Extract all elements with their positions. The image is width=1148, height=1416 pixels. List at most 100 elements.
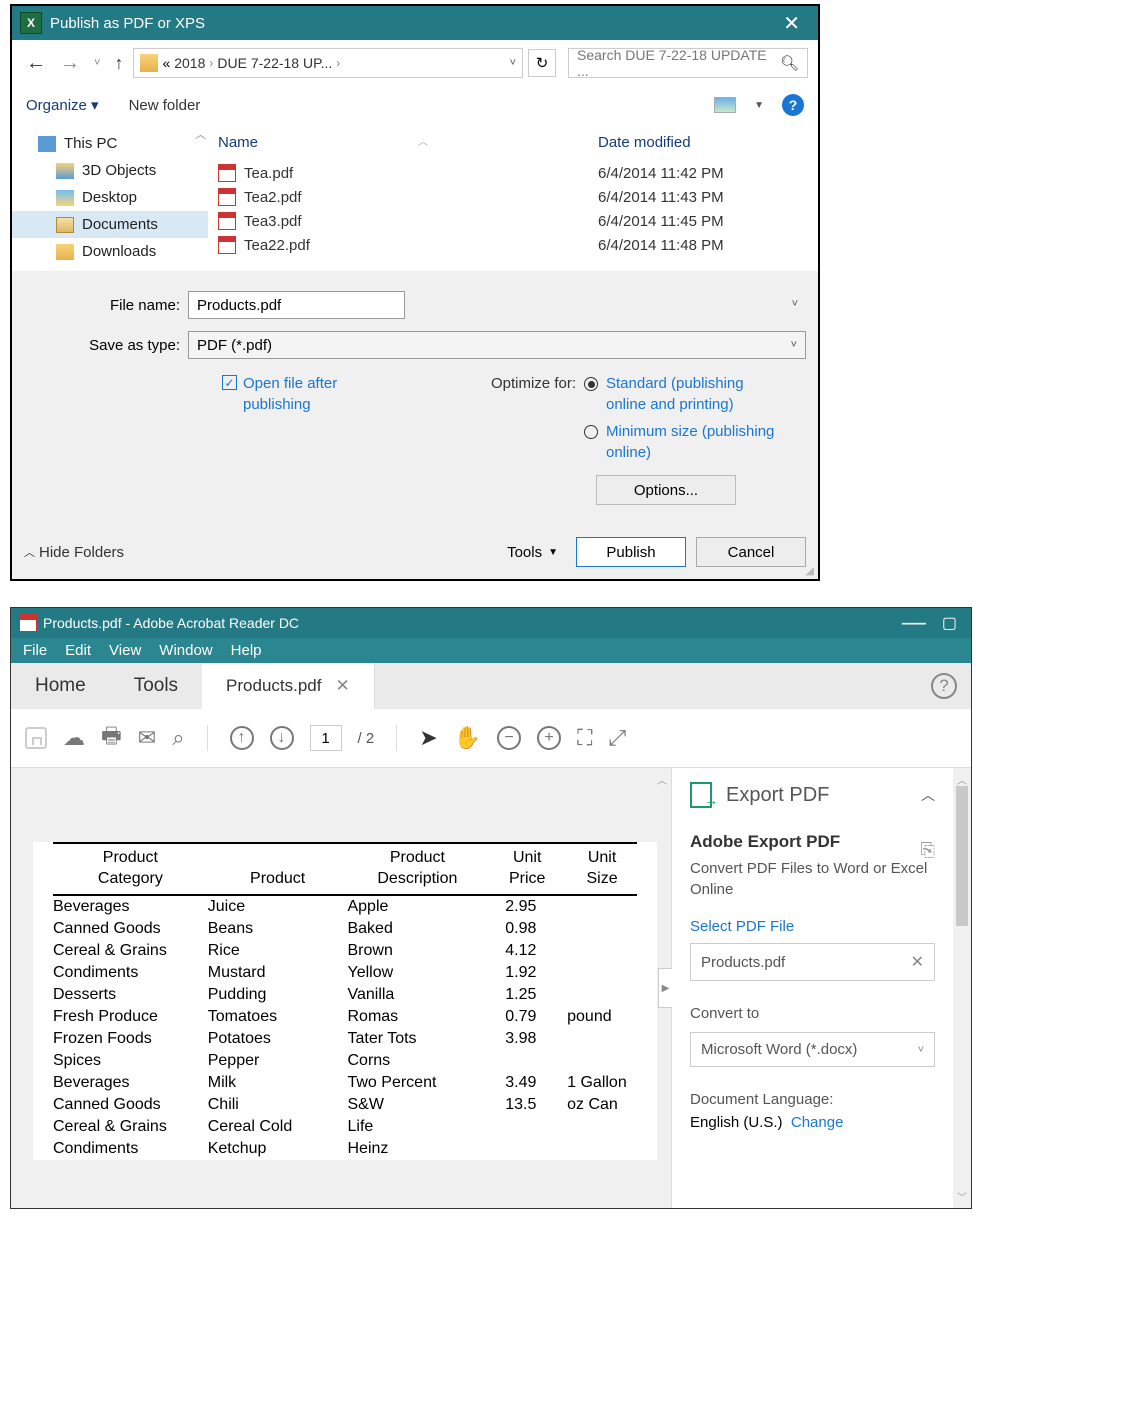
path-box[interactable]: « 2018 › DUE 7-22-18 UP... › ˅: [133, 48, 523, 78]
menu-window[interactable]: Window: [159, 642, 212, 659]
table-row: Cereal & GrainsCereal ColdLife: [53, 1116, 637, 1138]
radio-minimum[interactable]: [584, 425, 598, 439]
scroll-up-icon[interactable]: ︿: [957, 772, 967, 787]
view-icon[interactable]: [714, 97, 736, 113]
up-icon[interactable]: ↑: [110, 53, 127, 74]
menu-help[interactable]: Help: [231, 642, 262, 659]
print-icon[interactable]: 🖶: [101, 719, 122, 757]
toolbar: ☁ 🖶 ✉ ⌕ ↑ ↓ / 2 ➤ ✋ − + ⛶ ⤢: [11, 709, 971, 768]
radio-minimum-label[interactable]: Minimum size (publishing online): [606, 421, 786, 463]
col-date[interactable]: Date modified: [598, 134, 691, 151]
page-number-input[interactable]: [310, 725, 342, 751]
pdf-icon: [218, 236, 236, 254]
search-icon[interactable]: 🔍︎: [780, 54, 799, 72]
search-input[interactable]: Search DUE 7-22-18 UPDATE ... 🔍︎: [568, 48, 808, 78]
panel-collapse-tab[interactable]: ▶: [658, 968, 672, 1008]
scroll-up-icon[interactable]: ︿: [195, 126, 206, 142]
chevron-down-icon: ˅: [918, 1044, 924, 1056]
close-icon[interactable]: ✕: [773, 11, 810, 36]
col-name[interactable]: Name: [218, 134, 258, 151]
close-tab-icon[interactable]: ✕: [336, 676, 350, 696]
saveastype-combo[interactable]: PDF (*.pdf)˅: [188, 331, 806, 359]
save-icon[interactable]: [25, 727, 47, 749]
tab-home[interactable]: Home: [11, 663, 110, 709]
path-seg-1[interactable]: 2018: [174, 55, 205, 71]
folder-icon: [56, 163, 74, 179]
organize-button[interactable]: Organize ▾: [26, 96, 99, 114]
maximize-icon[interactable]: ▢: [936, 613, 963, 633]
path-seg-2[interactable]: DUE 7-22-18 UP...: [217, 55, 332, 71]
hide-folders-button[interactable]: ︿ Hide Folders: [24, 544, 124, 561]
chevron-right-icon: ›: [336, 56, 340, 70]
table-row: BeveragesMilkTwo Percent3.491 Gallon: [53, 1072, 637, 1094]
change-language-link[interactable]: Change: [791, 1114, 844, 1131]
th-product: Product: [208, 848, 348, 890]
refresh-button[interactable]: ↻: [528, 49, 556, 77]
tree-downloads[interactable]: Downloads: [12, 238, 208, 265]
filename-dropdown-icon[interactable]: ˅: [792, 298, 798, 310]
search-placeholder: Search DUE 7-22-18 UPDATE ...: [577, 47, 780, 79]
publish-button[interactable]: Publish: [576, 537, 686, 567]
export-pdf-icon: [690, 782, 712, 808]
file-row[interactable]: Tea2.pdf6/4/2014 11:43 PM: [208, 185, 818, 209]
forward-icon: →: [56, 52, 84, 75]
tools-dropdown[interactable]: Tools ▼: [507, 544, 558, 561]
tab-document[interactable]: Products.pdf ✕: [202, 663, 375, 709]
th-description: ProductDescription: [348, 848, 488, 890]
clear-icon[interactable]: ✕: [911, 952, 924, 972]
help-icon[interactable]: ?: [931, 673, 957, 699]
mail-icon[interactable]: ✉: [138, 725, 156, 751]
tree-this-pc[interactable]: This PC: [12, 130, 208, 157]
menu-view[interactable]: View: [109, 642, 141, 659]
chevron-down-icon: ˅: [791, 339, 797, 351]
help-icon[interactable]: ?: [782, 94, 804, 116]
filename-input[interactable]: [188, 291, 405, 319]
copy-icon[interactable]: ⎘: [921, 840, 935, 861]
select-pdf-link[interactable]: Select PDF File: [690, 918, 935, 935]
fit-page-icon[interactable]: ⤢: [608, 725, 626, 751]
open-after-label[interactable]: Open file after publishing: [243, 373, 373, 415]
fit-width-icon[interactable]: ⛶: [577, 725, 592, 751]
menu-edit[interactable]: Edit: [65, 642, 91, 659]
file-name: Tea2.pdf: [244, 189, 302, 206]
pointer-icon[interactable]: ➤: [419, 725, 437, 751]
zoom-in-icon[interactable]: +: [537, 726, 561, 750]
convert-target-combo[interactable]: Microsoft Word (*.docx)˅: [690, 1032, 935, 1067]
radio-standard[interactable]: [584, 377, 598, 391]
zoom-out-icon[interactable]: −: [497, 726, 521, 750]
tree-documents[interactable]: Documents: [12, 211, 208, 238]
page-up-icon[interactable]: ↑: [230, 726, 254, 750]
hand-icon[interactable]: ✋: [454, 725, 481, 751]
scroll-up-icon[interactable]: ︿: [657, 772, 667, 787]
open-after-checkbox[interactable]: ✓: [222, 375, 237, 390]
convert-to-label: Convert to: [690, 1003, 935, 1024]
tree-3d-objects[interactable]: 3D Objects: [12, 157, 208, 184]
scroll-down-icon[interactable]: ﹀: [957, 1189, 967, 1204]
menu-file[interactable]: File: [23, 642, 47, 659]
minimize-icon[interactable]: —: [892, 616, 936, 630]
cloud-upload-icon[interactable]: ☁: [63, 725, 85, 751]
radio-standard-label[interactable]: Standard (publishing online and printing…: [606, 373, 786, 415]
view-dropdown-icon[interactable]: ▼: [754, 100, 764, 111]
back-icon[interactable]: ←: [22, 52, 50, 75]
chevron-up-icon[interactable]: ︿: [921, 785, 935, 805]
file-row[interactable]: Tea22.pdf6/4/2014 11:48 PM: [208, 233, 818, 257]
selected-file-box[interactable]: Products.pdf✕: [690, 943, 935, 981]
scrollbar[interactable]: ︿ ﹀: [953, 768, 971, 1208]
tree-desktop[interactable]: Desktop: [12, 184, 208, 211]
search-icon[interactable]: ⌕: [172, 725, 184, 751]
path-dropdown-icon[interactable]: ˅: [510, 57, 516, 69]
options-button[interactable]: Options...: [596, 475, 736, 505]
th-price: UnitPrice: [487, 848, 567, 890]
document-pane[interactable]: ︿ ProductCategory Product ProductDescrip…: [11, 768, 671, 1208]
scroll-thumb[interactable]: [956, 786, 968, 926]
file-row[interactable]: Tea3.pdf6/4/2014 11:45 PM: [208, 209, 818, 233]
tab-tools[interactable]: Tools: [110, 663, 202, 709]
cancel-button[interactable]: Cancel: [696, 537, 806, 567]
recent-dropdown-icon[interactable]: ˅: [90, 57, 104, 69]
titlebar[interactable]: X Publish as PDF or XPS ✕: [12, 6, 818, 40]
file-row[interactable]: Tea.pdf6/4/2014 11:42 PM: [208, 161, 818, 185]
resize-grip-icon[interactable]: ◢: [806, 564, 814, 577]
new-folder-button[interactable]: New folder: [129, 97, 201, 114]
page-down-icon[interactable]: ↓: [270, 726, 294, 750]
